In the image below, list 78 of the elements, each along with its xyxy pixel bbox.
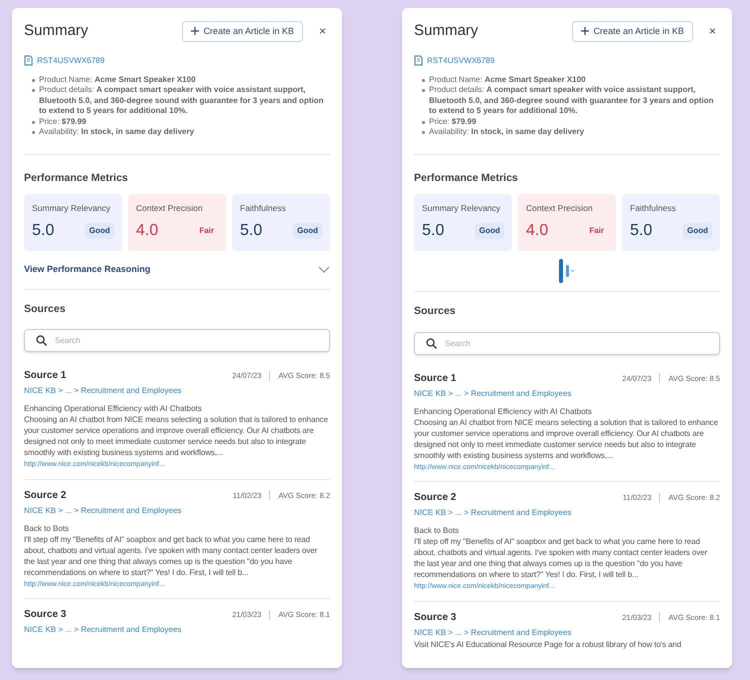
source-heading: Back to Bots — [414, 525, 460, 536]
metric-name: Faithfulness — [240, 202, 287, 215]
close-button[interactable]: × — [704, 22, 720, 40]
search-icon — [36, 335, 47, 346]
source-title: Source 2 — [414, 491, 456, 506]
bullet-icon — [422, 120, 425, 124]
product-detail: Product details: A compact smart speaker with voice assistant support, Bluetooth 5.0, and 360-degree sound with guarantee for 3 years and option to extend to 5 years for additional 10%. — [39, 85, 324, 116]
document-icon — [24, 55, 33, 66]
rating-badge: Good — [683, 223, 712, 239]
metric-value: 5.0 — [240, 221, 262, 241]
panel-title: Summary — [414, 21, 478, 41]
product-detail: Price: $79.99 — [39, 116, 86, 127]
rating-label: Fair — [198, 225, 215, 237]
metric-value: 4.0 — [136, 221, 158, 241]
create-article-button[interactable]: Create an Article in KB — [182, 20, 303, 42]
rating-badge: Good — [85, 223, 114, 239]
create-article-button[interactable]: Create an Article in KB — [572, 20, 693, 42]
source-heading: Enhancing Operational Efficiency with AI Chatbots — [414, 406, 593, 417]
close-button[interactable]: × — [314, 22, 330, 40]
metric-name: Context Precision — [526, 202, 594, 215]
view-reasoning-toggle[interactable]: View Performance Reasoning — [24, 251, 330, 288]
source-title: Source 3 — [24, 608, 66, 622]
metric-name: Faithfulness — [630, 202, 677, 215]
section-title: Sources — [414, 304, 456, 319]
metric-name: Summary Relevancy — [32, 202, 112, 215]
metric-value: 5.0 — [422, 221, 444, 241]
breadcrumb-link[interactable]: NICE KB > ... > Recruitment and Employees — [414, 507, 720, 520]
source-title: Source 1 — [414, 372, 456, 386]
breadcrumb-link[interactable]: NICE KB > ... > Recruitment and Employees — [414, 626, 720, 639]
chevron-down-icon — [318, 266, 330, 274]
plus-icon — [191, 27, 200, 36]
panel-title: Summary — [24, 21, 88, 41]
source-title: Source 3 — [414, 610, 456, 625]
rating-badge: Good — [475, 223, 504, 239]
rating-label: Fair — [588, 225, 605, 237]
bullet-icon — [422, 131, 425, 134]
product-detail: Availability: In stock, in same day delivery — [39, 127, 194, 138]
source-excerpt: Choosing an AI chatbot from NICE means selecting a solution that is tailored to enhance your customer service operations and improve overall efficiency. Our AI chatbots are designed not only to meet immediate customer service needs but also to integrate smoothly with existing business systems and workflows,... — [414, 416, 719, 461]
section-title: Performance Metrics — [414, 170, 519, 186]
rating-badge: Good — [293, 223, 322, 239]
metric-value: 5.0 — [32, 221, 54, 241]
product-detail: Product Name: Acme Smart Speaker X100 — [429, 74, 586, 85]
record-id-link[interactable]: RST4USVWX6789 — [427, 54, 495, 66]
search-field[interactable]: Search — [414, 332, 720, 355]
bullet-icon — [32, 89, 35, 92]
loading-icon — [558, 259, 576, 283]
bullet-icon — [32, 131, 35, 134]
breadcrumb-link[interactable]: NICE KB > ... > Recruitment and Employees — [24, 385, 330, 398]
document-icon — [414, 55, 423, 66]
product-detail: Product Name: Acme Smart Speaker X100 — [39, 74, 196, 85]
source-heading: Enhancing Operational Efficiency with AI Chatbots — [24, 403, 203, 414]
metric-value: 4.0 — [526, 221, 548, 241]
source-excerpt: I'll step off my "Benefits of AI" soapbox and get back to what you came here to read about, chatbots and virtual agents. I've spoken with many contact center leaders over the last year and one thing that always comes up is the question "do you have recommendations on where to start?" Yes! I do. First, I will tell b... — [414, 536, 708, 580]
metric-name: Context Precision — [136, 202, 204, 215]
plus-icon — [581, 27, 590, 36]
search-icon — [426, 338, 437, 349]
source-excerpt: Visit NICE's AI Educational Resource Page for a robust library of how to's and — [414, 638, 682, 650]
bullet-icon — [32, 78, 35, 82]
source-excerpt: I'll step off my "Benefits of AI" soapbox and get back to what you came here to read about, chatbots and virtual agents. I've spoken with many contact center leaders over the last year and one thing that always comes up is the question "do you have recommendations on where to start?" Yes! I do. First, I will tell b... — [24, 534, 318, 578]
bullet-icon — [422, 89, 425, 92]
product-detail: Availability: In stock, in same day delivery — [429, 127, 584, 138]
bullet-icon — [422, 78, 425, 82]
source-title: Source 1 — [24, 369, 66, 384]
breadcrumb-link[interactable]: NICE KB > ... > Recruitment and Employees — [24, 624, 330, 636]
record-id-link[interactable]: RST4USVWX6789 — [37, 54, 105, 66]
metric-value: 5.0 — [630, 221, 652, 241]
source-title: Source 2 — [24, 488, 66, 503]
breadcrumb-link[interactable]: NICE KB > ... > Recruitment and Employees — [414, 388, 720, 400]
product-detail: Product details: A compact smart speaker with voice assistant support, Bluetooth 5.0, and 360-degree sound with guarantee for 3 years and option to extend to 5 years for additional 10%. — [429, 85, 714, 116]
source-heading: Back to Bots — [24, 522, 70, 534]
search-field[interactable]: Search — [24, 329, 330, 352]
product-detail: Price: $79.99 — [429, 116, 476, 127]
bullet-icon — [32, 120, 35, 124]
section-title: Performance Metrics — [24, 170, 129, 186]
metric-name: Summary Relevancy — [422, 202, 502, 215]
breadcrumb-link[interactable]: NICE KB > ... > Recruitment and Employees — [24, 504, 330, 517]
section-title: Sources — [24, 302, 66, 316]
source-excerpt: Choosing an AI chatbot from NICE means selecting a solution that is tailored to enhance your customer service operations and improve overall efficiency. Our AI chatbots are designed not only to meet immediate customer service needs but also to integrate smoothly with existing business systems and workflows,... — [24, 414, 329, 458]
